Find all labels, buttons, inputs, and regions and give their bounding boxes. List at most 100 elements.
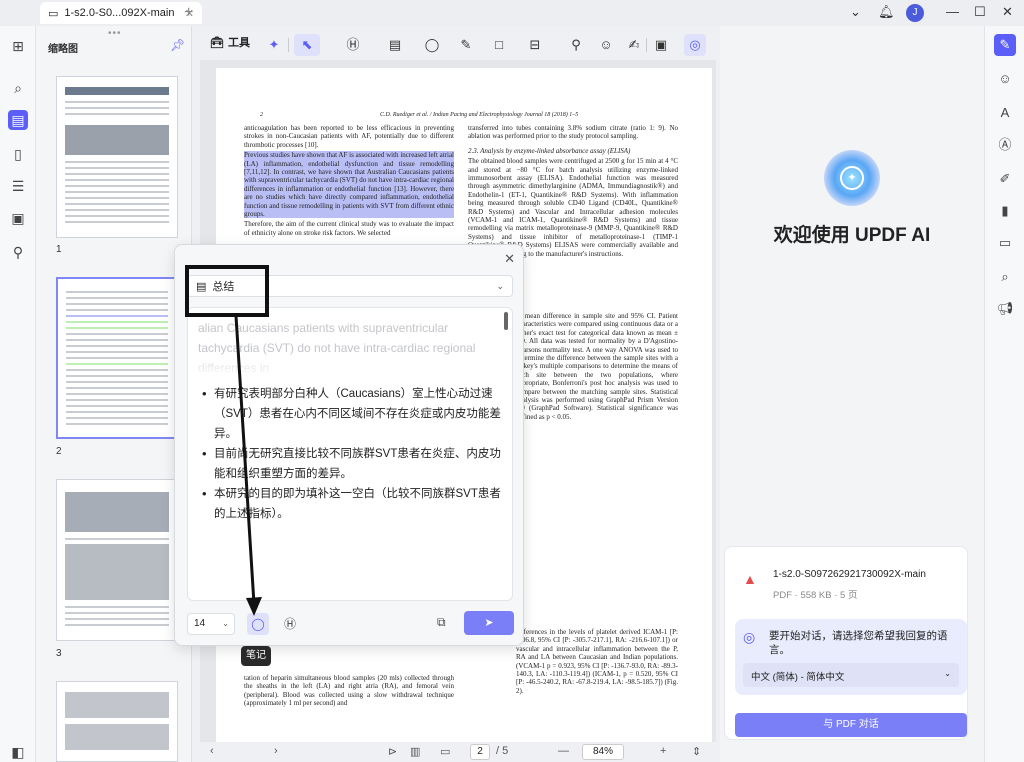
signature-icon[interactable]: ✍ <box>624 34 644 56</box>
send-button[interactable]: ➤ <box>464 611 514 635</box>
zoom-level[interactable]: 84% <box>582 744 624 760</box>
right-rail: ✎ ☺ A Ⓐ ✐ ▮ ▭ ⌕ 📢︎ <box>984 26 1024 762</box>
tab-bar: ▭ 1-s2.0-S0...092X-main ✕ + ⌄ 🔔︎ J — ☐ ✕ <box>0 0 1024 26</box>
paperclip-icon[interactable]: ⚲ <box>8 242 28 262</box>
language-select[interactable]: 中文 (简体) - 简体中文 ⌄ <box>743 663 959 687</box>
page-header-number: 2 <box>260 112 263 118</box>
drag-handle-icon[interactable]: ••• <box>108 28 122 39</box>
edit-text-icon[interactable]: ✐ <box>994 168 1016 190</box>
dialog-footer: 14 ⌄ ◯ Ⓗ ⧉ ➤ <box>187 611 514 637</box>
highlight-icon[interactable]: Ⓗ <box>340 34 366 56</box>
folder-icon[interactable]: ▭ <box>994 232 1016 254</box>
highlighted-paragraph[interactable]: Previous studies have shown that AF is a… <box>244 151 454 219</box>
translate-icon[interactable]: A <box>994 102 1016 124</box>
font-size-select[interactable]: 14 ⌄ <box>187 613 235 635</box>
chevron-left-icon[interactable]: ‹ <box>210 745 214 757</box>
book-open-icon[interactable]: ▮ <box>994 200 1016 222</box>
thumbnail-page-number: 1 <box>56 244 62 255</box>
thumbnail-page-number: 3 <box>56 648 62 659</box>
avatar[interactable]: J <box>906 4 924 22</box>
megaphone-icon[interactable]: 📢︎ <box>994 298 1016 320</box>
thumbnail-page-2[interactable] <box>56 277 178 439</box>
file-name: 1-s2.0-S097262921730092X-main <box>773 569 926 580</box>
chevron-down-icon: ⌄ <box>944 669 951 678</box>
apps-grid-icon[interactable]: ⊞ <box>8 36 28 56</box>
document-tab[interactable]: ▭ 1-s2.0-S0...092X-main ✕ <box>40 2 202 24</box>
right-column: transferred into tubes containing 3.8% s… <box>468 124 678 260</box>
add-tab-icon[interactable]: + <box>184 4 193 22</box>
book-icon[interactable]: ▥ <box>410 745 420 758</box>
summary-list: 有研究表明部分白种人（Caucasians）室上性心动过速（SVT）患者在心内不… <box>198 384 502 524</box>
paragraph: transferred into tubes containing 3.8% s… <box>468 124 678 141</box>
ai-panel: ✦ 欢迎使用 UPDF AI ▲ 1-s2.0-S097262921730092… <box>720 26 984 762</box>
thumbnail-panel-title: 缩略图 <box>48 44 78 55</box>
copy-icon[interactable]: ⧉ <box>437 615 446 630</box>
smile-icon[interactable]: ☺ <box>994 68 1016 90</box>
ocr-icon[interactable]: Ⓐ <box>994 134 1016 156</box>
summary-bullet: 有研究表明部分白种人（Caucasians）室上性心动过速（SVT）患者在心内不… <box>198 384 502 444</box>
bell-icon[interactable]: 🔔︎ <box>878 4 895 20</box>
pdf-file-icon: ▲ <box>743 571 757 587</box>
text-comment-icon[interactable]: ▤ <box>382 34 408 56</box>
attach-icon[interactable]: ⚲ <box>566 34 586 56</box>
right-column-lower: as mean difference in sample site and 95… <box>516 312 678 423</box>
search-doc-icon[interactable]: ⌕ <box>994 266 1016 288</box>
tools-label: 工具 <box>227 37 250 49</box>
file-card: ▲ 1-s2.0-S097262921730092X-main PDF · 55… <box>724 546 968 740</box>
select-cursor-icon[interactable]: ⬉ <box>294 34 320 56</box>
thumbnail-page-4[interactable] <box>56 681 178 762</box>
chevron-down-icon: ⌄ <box>222 619 229 628</box>
chevron-down-icon[interactable]: ⌄ <box>850 4 861 20</box>
search-icon[interactable]: ⌕ <box>8 78 28 98</box>
close-icon[interactable]: ✕ <box>504 251 515 267</box>
chat-with-pdf-button[interactable]: 与 PDF 对话 <box>735 713 967 737</box>
expand-icon[interactable]: ⊳ <box>388 745 397 758</box>
chevron-right-icon[interactable]: › <box>274 745 278 757</box>
ai-sparkle-icon[interactable]: ✦ <box>264 34 284 56</box>
ai-assistant-icon[interactable]: ◎ <box>684 34 706 56</box>
thumbnail-page-number: 2 <box>56 446 62 457</box>
toolbar-divider <box>288 38 289 52</box>
pin-icon[interactable]: 📌︎ <box>170 38 185 52</box>
zoom-in-icon[interactable]: + <box>660 745 666 757</box>
sparkle-icon: ✦ <box>840 166 864 190</box>
measure-icon[interactable]: ⊟ <box>522 34 548 56</box>
thumbnails-icon[interactable]: ▤ <box>8 110 28 130</box>
summary-bullet: 本研究的目的即为填补这一空白（比较不同族群SVT患者的上述指标）。 <box>198 484 502 524</box>
thumbnail-page-3[interactable] <box>56 479 178 641</box>
stamp-icon[interactable]: ▣ <box>648 34 674 56</box>
note-icon[interactable]: ◯ <box>422 34 442 56</box>
maximize-icon[interactable]: ☐ <box>974 4 986 20</box>
ai-chat-icon[interactable]: ✎ <box>994 34 1016 56</box>
toolbar-divider <box>646 38 647 52</box>
section-heading: 2.3. Analysis by enzyme-linked absorbanc… <box>468 146 631 155</box>
note-tooltip: 笔记 <box>241 646 271 666</box>
language-icon: ◎ <box>743 629 756 645</box>
fade-overlay <box>188 358 512 378</box>
bookmark-icon[interactable]: ▯ <box>8 144 28 164</box>
layers-icon[interactable]: ◧ <box>8 742 28 762</box>
fit-page-icon[interactable]: ⇕ <box>692 745 701 758</box>
pencil-icon[interactable]: ✎ <box>456 34 476 56</box>
updf-ai-logo-icon: ✦ <box>824 150 880 206</box>
attachment-panel-icon[interactable]: ▣ <box>8 208 28 228</box>
page-number-input[interactable]: 2 <box>470 744 490 760</box>
add-note-button[interactable]: ◯ <box>247 613 269 635</box>
highlight-icon[interactable]: Ⓗ <box>279 613 301 635</box>
paragraph: tation of heparin simultaneous blood sam… <box>244 674 454 708</box>
ai-welcome-title: 欢迎使用 UPDF AI <box>773 225 931 246</box>
comment-icon[interactable]: ▭ <box>440 745 450 758</box>
comment-list-icon[interactable]: ☰ <box>8 176 28 196</box>
zoom-out-icon[interactable]: — <box>558 745 569 757</box>
summary-content: alian Caucasians patients with supravent… <box>187 307 513 601</box>
tools-button[interactable]: 🧰︎ 工具 <box>210 34 250 50</box>
paragraph: differences in the levels of platelet de… <box>516 628 678 695</box>
window-close-icon[interactable]: ✕ <box>1002 4 1013 20</box>
sticker-icon[interactable]: ☺ <box>596 34 616 56</box>
thumbnail-panel: ••• 缩略图 📌︎ 1 2 3 <box>36 26 192 762</box>
thumbnail-page-1[interactable] <box>56 76 178 238</box>
scrollbar[interactable] <box>504 312 508 330</box>
shape-icon[interactable]: □ <box>486 34 512 56</box>
minimize-icon[interactable]: — <box>946 4 959 19</box>
chevron-down-icon: ⌄ <box>496 280 504 291</box>
